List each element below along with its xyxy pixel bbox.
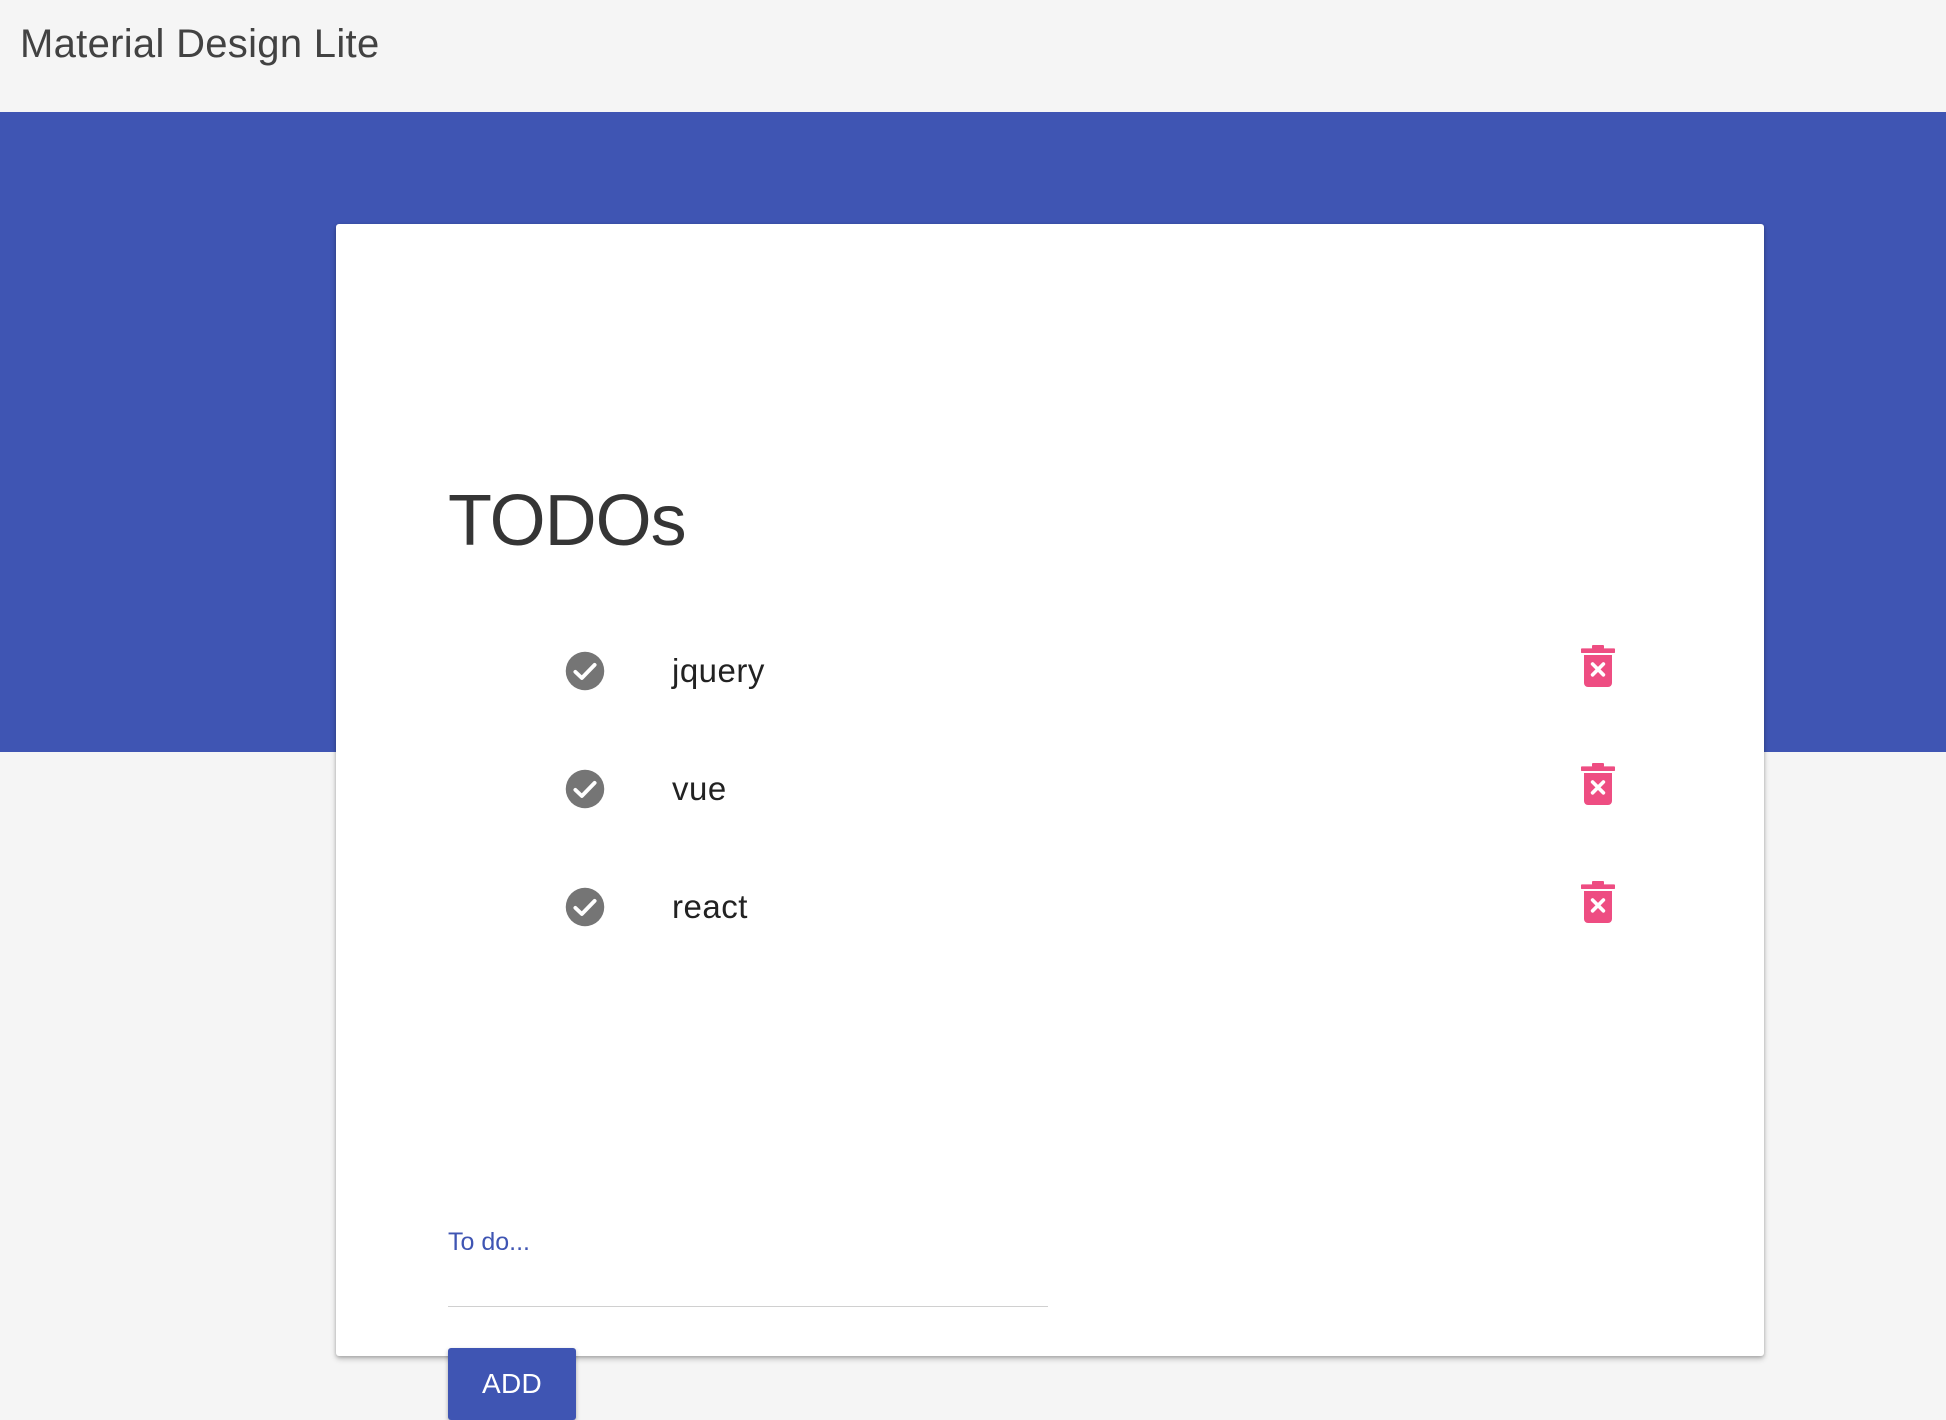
todo-item: vue xyxy=(336,762,1764,822)
delete-forever-icon[interactable] xyxy=(1580,762,1616,806)
todo-input-label: To do... xyxy=(448,1228,530,1256)
todo-item: jquery xyxy=(336,644,1764,704)
delete-forever-icon[interactable] xyxy=(1580,644,1616,688)
card-title: TODOs xyxy=(448,481,687,561)
todo-label: react xyxy=(672,888,748,925)
check-circle-icon xyxy=(565,769,605,809)
delete-forever-icon[interactable] xyxy=(1580,880,1616,924)
todo-label: jquery xyxy=(672,652,765,689)
app-title: Material Design Lite xyxy=(20,22,380,66)
todo-item: react xyxy=(336,880,1764,940)
check-circle-icon xyxy=(565,887,605,927)
todo-card: TODOs jquery vue react To do... ADD xyxy=(336,224,1764,1420)
check-circle-icon xyxy=(565,651,605,691)
app-header: Material Design Lite xyxy=(0,0,1946,112)
todo-label: vue xyxy=(672,770,727,807)
todo-input[interactable] xyxy=(448,1264,1048,1307)
add-button[interactable]: ADD xyxy=(448,1348,576,1420)
